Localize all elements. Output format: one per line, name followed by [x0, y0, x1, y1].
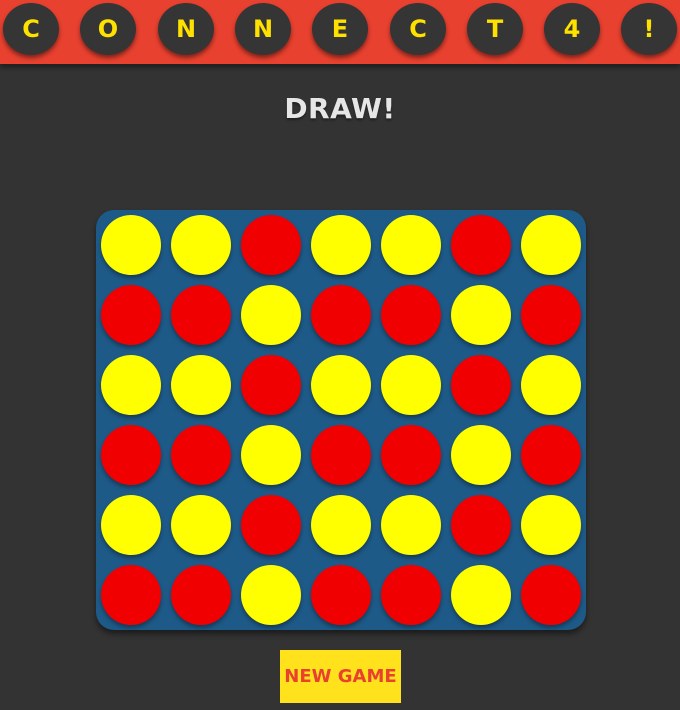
board-cell-r5-c2-yellow-disc[interactable]: [171, 495, 231, 555]
board-cell-r5-c6-red-disc[interactable]: [451, 495, 511, 555]
board-cell-r2-c2-red-disc[interactable]: [171, 285, 231, 345]
board-cell-r4-c2-red-disc[interactable]: [171, 425, 231, 485]
board-cell-r2-c7-red-disc[interactable]: [521, 285, 581, 345]
board-cell-r3-c5-yellow-disc[interactable]: [381, 355, 441, 415]
board-cell-r2-c4-red-disc[interactable]: [311, 285, 371, 345]
board-cell-r2-c5-red-disc[interactable]: [381, 285, 441, 345]
board-cell-r1-c7-yellow-disc[interactable]: [521, 215, 581, 275]
board-cell-r3-c3-red-disc[interactable]: [241, 355, 301, 415]
board-cell-r4-c4-red-disc[interactable]: [311, 425, 371, 485]
board-cell-r4-c7-red-disc[interactable]: [521, 425, 581, 485]
title-letter-exclamation: !: [621, 3, 677, 55]
board-cell-r4-c1-red-disc[interactable]: [101, 425, 161, 485]
board-cell-r6-c1-red-disc[interactable]: [101, 565, 161, 625]
board-cell-r3-c7-yellow-disc[interactable]: [521, 355, 581, 415]
title-letter-t: T: [467, 3, 523, 55]
title-letter-c2: C: [390, 3, 446, 55]
board-cell-r1-c5-yellow-disc[interactable]: [381, 215, 441, 275]
board-cell-r1-c1-yellow-disc[interactable]: [101, 215, 161, 275]
board-cell-r6-c7-red-disc[interactable]: [521, 565, 581, 625]
board-cell-r4-c5-red-disc[interactable]: [381, 425, 441, 485]
board-cell-r6-c4-red-disc[interactable]: [311, 565, 371, 625]
board-cell-r2-c3-yellow-disc[interactable]: [241, 285, 301, 345]
game-status: DRAW!: [284, 92, 396, 125]
board-cell-r5-c3-red-disc[interactable]: [241, 495, 301, 555]
board-cell-r5-c4-yellow-disc[interactable]: [311, 495, 371, 555]
title-letter-c: C: [3, 3, 59, 55]
board-cell-r4-c3-yellow-disc[interactable]: [241, 425, 301, 485]
board-cell-r6-c2-red-disc[interactable]: [171, 565, 231, 625]
board-cell-r3-c1-yellow-disc[interactable]: [101, 355, 161, 415]
new-game-button[interactable]: NEW GAME: [280, 650, 401, 703]
board-cell-r1-c4-yellow-disc[interactable]: [311, 215, 371, 275]
title-letter-n: N: [158, 3, 214, 55]
board-cell-r5-c7-yellow-disc[interactable]: [521, 495, 581, 555]
board-cell-r6-c5-red-disc[interactable]: [381, 565, 441, 625]
title-letter-4: 4: [544, 3, 600, 55]
board-cell-r1-c6-red-disc[interactable]: [451, 215, 511, 275]
board-cell-r3-c6-red-disc[interactable]: [451, 355, 511, 415]
board-cell-r5-c1-yellow-disc[interactable]: [101, 495, 161, 555]
board-cell-r1-c2-yellow-disc[interactable]: [171, 215, 231, 275]
board-cell-r3-c4-yellow-disc[interactable]: [311, 355, 371, 415]
title-letter-o: O: [80, 3, 136, 55]
title-letter-e: E: [312, 3, 368, 55]
board-cell-r6-c3-yellow-disc[interactable]: [241, 565, 301, 625]
board-cell-r6-c6-yellow-disc[interactable]: [451, 565, 511, 625]
title-letter-n2: N: [235, 3, 291, 55]
board-cell-r4-c6-yellow-disc[interactable]: [451, 425, 511, 485]
board-cell-r2-c1-red-disc[interactable]: [101, 285, 161, 345]
board-cell-r3-c2-yellow-disc[interactable]: [171, 355, 231, 415]
game-board[interactable]: [96, 210, 586, 630]
board-cell-r1-c3-red-disc[interactable]: [241, 215, 301, 275]
board-cell-r5-c5-yellow-disc[interactable]: [381, 495, 441, 555]
board-cell-r2-c6-yellow-disc[interactable]: [451, 285, 511, 345]
title-bar: C O N N E C T 4 !: [0, 0, 680, 64]
